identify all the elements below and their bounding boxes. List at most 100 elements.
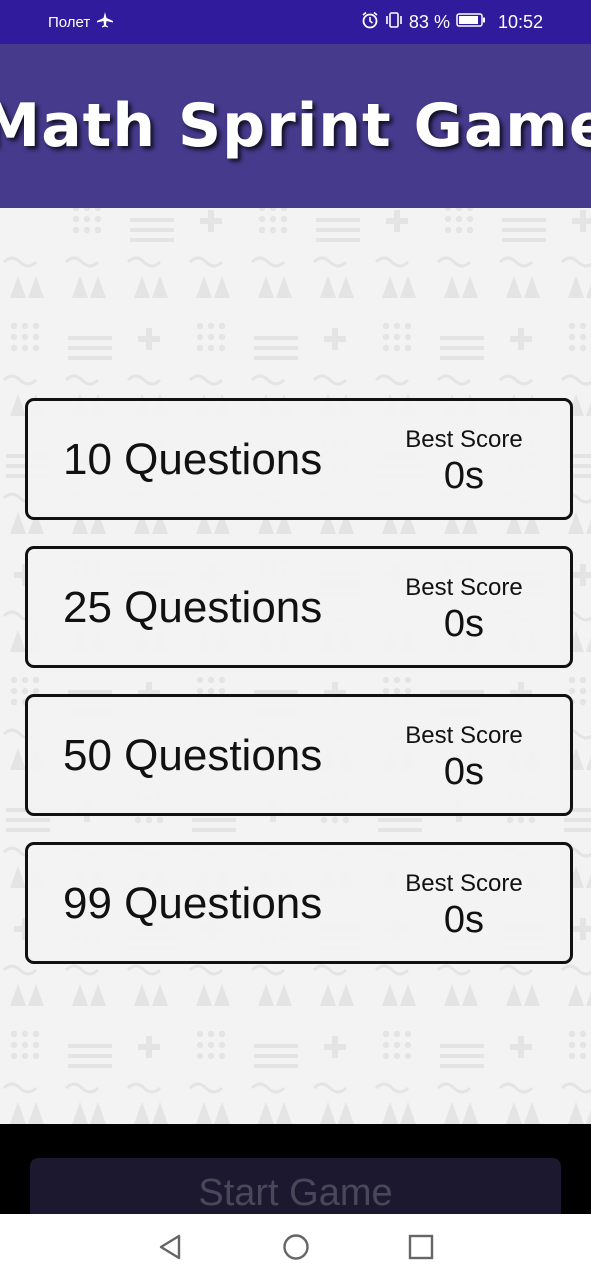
background-pattern-mark bbox=[134, 984, 150, 1006]
background-pattern-mark bbox=[6, 818, 50, 822]
background-pattern-mark bbox=[94, 226, 102, 234]
background-pattern-mark bbox=[568, 1102, 584, 1124]
background-pattern-mark bbox=[68, 1044, 112, 1048]
background-pattern-mark bbox=[404, 344, 412, 352]
background-pattern-mark bbox=[440, 1064, 484, 1068]
question-option-50[interactable]: 50 Questions Best Score 0s bbox=[25, 694, 573, 816]
background-pattern-mark bbox=[444, 984, 460, 1006]
background-pattern-mark bbox=[586, 638, 591, 652]
background-pattern-mark bbox=[378, 828, 422, 832]
background-pattern-mark bbox=[207, 344, 215, 352]
background-pattern-mark bbox=[568, 984, 584, 1006]
clock: 10:52 bbox=[497, 11, 543, 32]
recents-icon[interactable] bbox=[406, 1232, 436, 1262]
background-pattern-mark bbox=[10, 676, 18, 684]
best-score-label: Best Score bbox=[405, 574, 523, 601]
background-pattern-mark bbox=[32, 1052, 40, 1060]
background-pattern-mark bbox=[2, 256, 38, 268]
background-pattern-mark bbox=[32, 322, 40, 330]
background-pattern-mark bbox=[374, 374, 410, 386]
background-pattern-mark bbox=[502, 228, 546, 232]
background-pattern-mark bbox=[579, 1052, 587, 1060]
background-pattern-mark bbox=[269, 215, 277, 223]
background-pattern-mark bbox=[138, 336, 160, 342]
background-pattern-mark bbox=[214, 1102, 230, 1124]
background-pattern-mark bbox=[440, 336, 484, 340]
background-pattern-mark bbox=[572, 572, 591, 578]
best-score-value: 0s bbox=[443, 455, 485, 497]
background-pattern-mark bbox=[28, 276, 44, 298]
battery-percent: 83 % bbox=[408, 11, 450, 32]
background-pattern-mark bbox=[218, 322, 226, 330]
background-pattern-mark bbox=[32, 344, 40, 352]
background-pattern-mark bbox=[572, 218, 591, 224]
background-pattern-mark bbox=[444, 1102, 460, 1124]
background-pattern-mark bbox=[579, 333, 587, 341]
background-pattern-mark bbox=[196, 1052, 204, 1060]
carrier-label: Полет bbox=[48, 13, 91, 31]
background-pattern-mark bbox=[436, 1082, 472, 1094]
background-pattern-mark bbox=[207, 676, 215, 684]
background-pattern-mark bbox=[207, 1052, 215, 1060]
background-pattern-mark bbox=[138, 1044, 160, 1050]
background-pattern-mark bbox=[207, 1030, 215, 1038]
background-pattern-mark bbox=[10, 687, 18, 695]
background-pattern-mark bbox=[502, 238, 546, 242]
background-pattern-mark bbox=[444, 208, 452, 212]
background-pattern-mark bbox=[568, 276, 584, 298]
background-pattern-mark bbox=[331, 816, 339, 824]
background-pattern-mark bbox=[579, 1041, 587, 1049]
background-pattern-mark bbox=[506, 816, 514, 824]
background-pattern-mark bbox=[320, 276, 336, 298]
background-pattern-mark bbox=[382, 322, 390, 330]
background-pattern-mark bbox=[90, 276, 106, 298]
question-option-10[interactable]: 10 Questions Best Score 0s bbox=[25, 398, 573, 520]
background-pattern-mark bbox=[466, 215, 474, 223]
background-pattern-mark bbox=[254, 336, 298, 340]
background-pattern-mark bbox=[404, 1041, 412, 1049]
background-pattern-mark bbox=[579, 1030, 587, 1038]
background-pattern-mark bbox=[32, 333, 40, 341]
system-nav-bar bbox=[0, 1214, 591, 1280]
background-pattern-mark bbox=[316, 228, 360, 232]
background-pattern-mark bbox=[393, 676, 401, 684]
best-score: Best Score 0s bbox=[394, 425, 534, 497]
background-pattern-mark bbox=[152, 1102, 168, 1124]
background-pattern-mark bbox=[382, 276, 398, 298]
back-icon[interactable] bbox=[155, 1232, 185, 1262]
best-score-label: Best Score bbox=[405, 870, 523, 897]
background-pattern-mark bbox=[94, 215, 102, 223]
background-pattern-mark bbox=[386, 218, 408, 224]
background-pattern-mark bbox=[528, 816, 536, 824]
question-option-99[interactable]: 99 Questions Best Score 0s bbox=[25, 842, 573, 964]
app-header: Math Sprint Game bbox=[0, 44, 591, 208]
background-pattern-mark bbox=[312, 964, 348, 976]
background-pattern-mark bbox=[586, 1110, 591, 1124]
background-pattern-mark bbox=[342, 816, 350, 824]
background-pattern-mark bbox=[502, 218, 546, 222]
background-pattern-mark bbox=[218, 1030, 226, 1038]
battery-icon bbox=[456, 12, 486, 33]
background-pattern-mark bbox=[276, 984, 292, 1006]
background-pattern-mark bbox=[6, 828, 50, 832]
background-pattern-mark bbox=[560, 374, 591, 386]
background-pattern-mark bbox=[436, 256, 472, 268]
question-count-label: 25 Questions bbox=[63, 583, 323, 632]
background-pattern-mark bbox=[21, 333, 29, 341]
question-option-25[interactable]: 25 Questions Best Score 0s bbox=[25, 546, 573, 668]
background-pattern-mark bbox=[72, 226, 80, 234]
background-pattern-mark bbox=[404, 1030, 412, 1038]
background-pattern-mark bbox=[324, 1044, 346, 1050]
background-pattern-mark bbox=[498, 256, 534, 268]
background-pattern-mark bbox=[218, 333, 226, 341]
home-icon[interactable] bbox=[281, 1232, 311, 1262]
background-pattern-mark bbox=[564, 828, 591, 832]
background-pattern-mark bbox=[196, 1030, 204, 1038]
background-pattern-mark bbox=[568, 333, 576, 341]
background-pattern-mark bbox=[393, 322, 401, 330]
background-pattern-mark bbox=[32, 676, 40, 684]
background-pattern-mark bbox=[382, 344, 390, 352]
background-pattern-mark bbox=[320, 816, 328, 824]
background-pattern-mark bbox=[462, 276, 478, 298]
background-pattern-mark bbox=[455, 226, 463, 234]
